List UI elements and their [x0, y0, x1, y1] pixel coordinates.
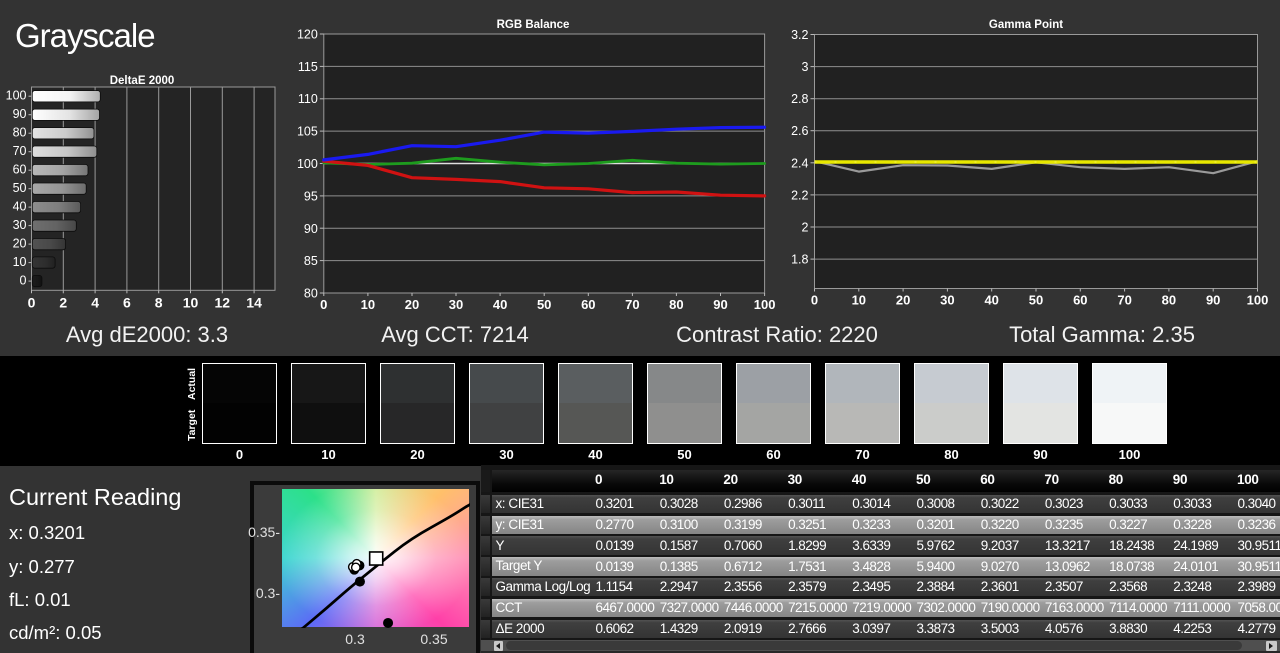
svg-text:90: 90 — [304, 222, 318, 236]
svg-text:20: 20 — [896, 293, 910, 308]
svg-text:50: 50 — [537, 297, 551, 312]
svg-text:1.8: 1.8 — [791, 253, 808, 267]
svg-text:30: 30 — [940, 293, 954, 308]
svg-text:60: 60 — [581, 297, 595, 312]
svg-text:40: 40 — [13, 200, 27, 214]
svg-text:50: 50 — [1029, 293, 1043, 308]
svg-text:70: 70 — [13, 144, 27, 158]
svg-text:100: 100 — [6, 89, 27, 103]
svg-text:100: 100 — [297, 157, 318, 171]
svg-text:50: 50 — [13, 181, 27, 195]
svg-text:110: 110 — [298, 92, 318, 106]
svg-text:80: 80 — [304, 287, 318, 301]
svg-text:105: 105 — [297, 125, 318, 139]
svg-text:100: 100 — [754, 297, 776, 312]
svg-text:12: 12 — [215, 294, 231, 310]
svg-text:2.6: 2.6 — [791, 124, 808, 138]
svg-text:80: 80 — [669, 297, 683, 312]
svg-text:20: 20 — [13, 237, 27, 251]
svg-text:60: 60 — [13, 163, 27, 177]
svg-text:40: 40 — [984, 293, 998, 308]
svg-text:2.4: 2.4 — [791, 156, 808, 170]
svg-text:90: 90 — [1206, 293, 1220, 308]
svg-text:2: 2 — [802, 221, 809, 235]
svg-text:6: 6 — [123, 294, 131, 310]
svg-text:3: 3 — [802, 60, 809, 74]
svg-text:8: 8 — [155, 294, 163, 310]
svg-text:120: 120 — [297, 28, 318, 42]
svg-text:10: 10 — [13, 255, 27, 269]
svg-text:70: 70 — [625, 297, 639, 312]
svg-text:115: 115 — [298, 60, 318, 74]
svg-text:20: 20 — [405, 297, 419, 312]
svg-text:70: 70 — [1117, 293, 1131, 308]
svg-text:30: 30 — [449, 297, 463, 312]
svg-text:0: 0 — [28, 294, 36, 310]
svg-text:80: 80 — [13, 126, 27, 140]
svg-text:40: 40 — [493, 297, 507, 312]
svg-text:3.2: 3.2 — [791, 28, 808, 42]
svg-text:80: 80 — [1162, 293, 1176, 308]
svg-text:4: 4 — [91, 294, 99, 310]
svg-text:100: 100 — [1247, 293, 1269, 308]
svg-text:10: 10 — [183, 294, 199, 310]
svg-text:30: 30 — [13, 218, 27, 232]
svg-text:0: 0 — [320, 297, 327, 312]
svg-text:85: 85 — [304, 254, 318, 268]
svg-text:RGB Balance: RGB Balance — [497, 19, 570, 31]
svg-text:0: 0 — [811, 293, 818, 308]
svg-text:14: 14 — [246, 294, 262, 310]
svg-text:Gamma Point: Gamma Point — [989, 19, 1063, 31]
svg-text:2: 2 — [59, 294, 67, 310]
svg-text:95: 95 — [304, 189, 318, 203]
svg-text:60: 60 — [1073, 293, 1087, 308]
svg-text:10: 10 — [361, 297, 375, 312]
svg-text:2.8: 2.8 — [791, 92, 808, 106]
svg-text:90: 90 — [13, 107, 27, 121]
svg-text:DeltaE 2000: DeltaE 2000 — [110, 75, 175, 87]
svg-text:0: 0 — [20, 274, 27, 288]
svg-text:90: 90 — [713, 297, 727, 312]
svg-text:2.2: 2.2 — [791, 188, 808, 202]
svg-text:10: 10 — [852, 293, 866, 308]
